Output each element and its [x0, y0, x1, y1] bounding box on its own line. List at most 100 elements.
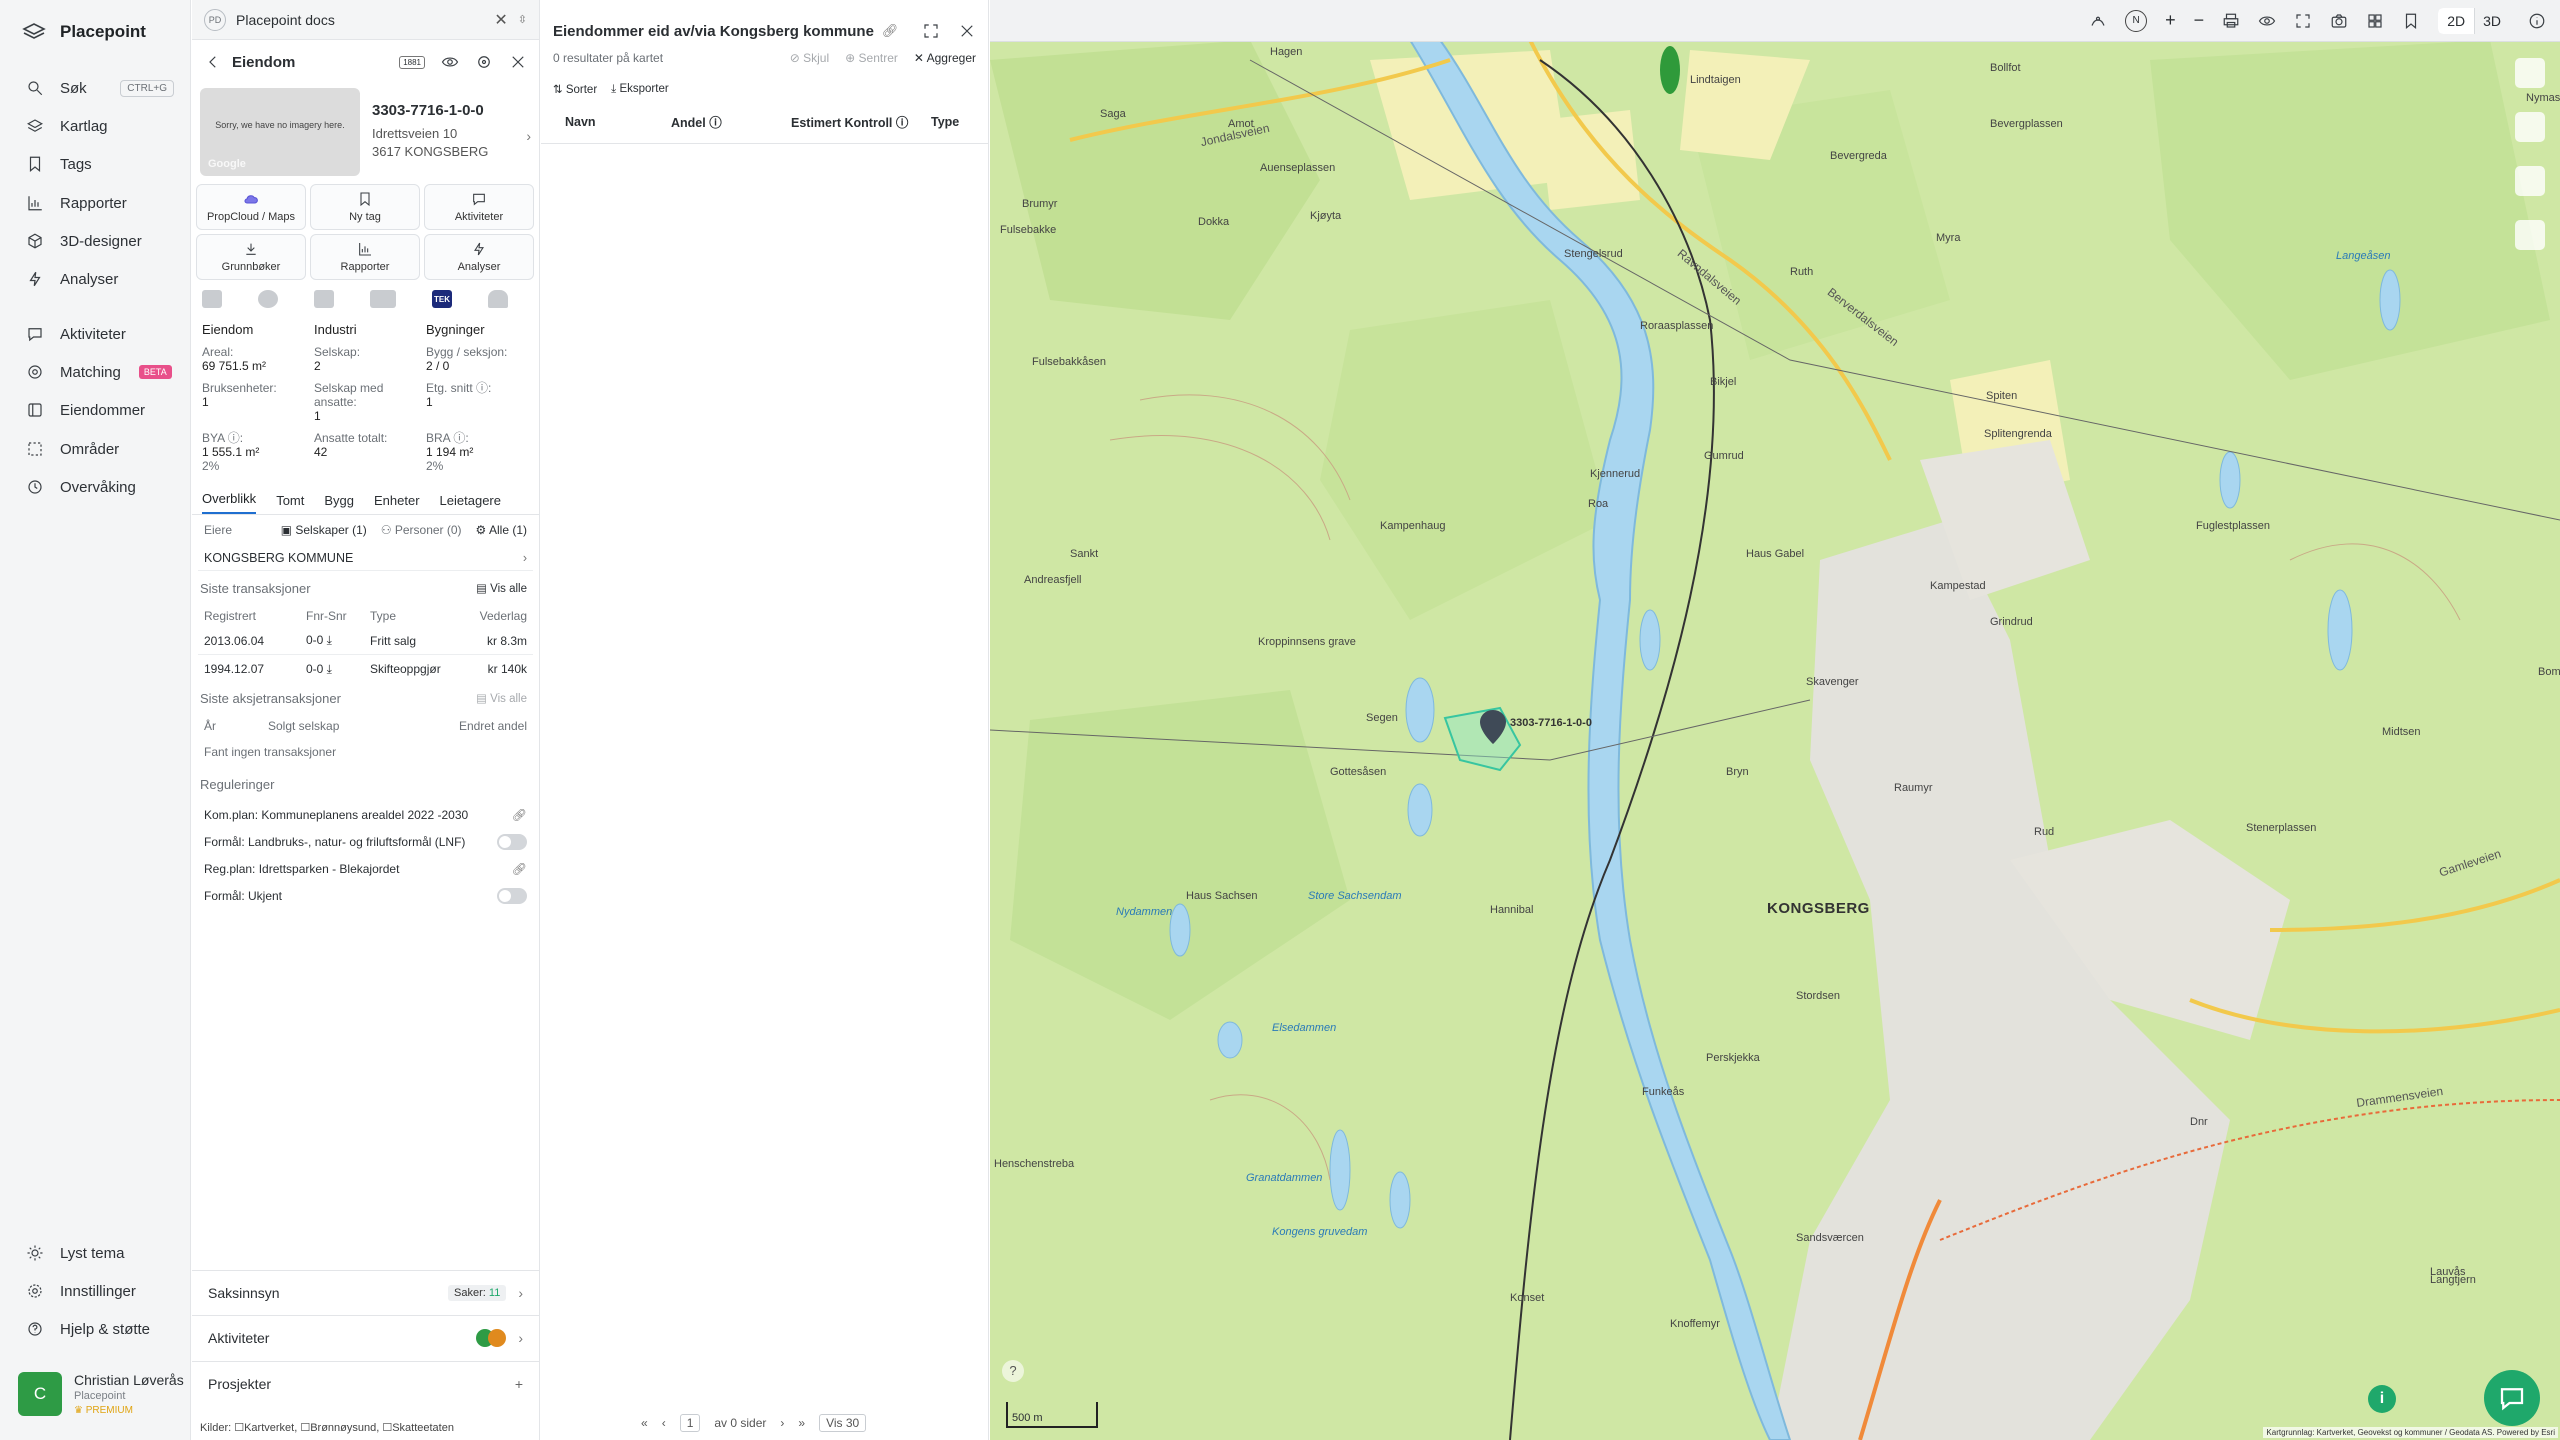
- close-icon[interactable]: [958, 22, 976, 40]
- document-selector[interactable]: PD Placepoint docs ✕ ⇳: [192, 0, 539, 40]
- grid-icon[interactable]: [2366, 12, 2384, 30]
- tab-tomt[interactable]: Tomt: [276, 493, 304, 514]
- table-row[interactable]: 2013.06.04 0-0 ⤓ Fritt salg kr 8.3m: [198, 627, 533, 655]
- saksinnsyn-row[interactable]: Saksinnsyn Saker: 11 ›: [192, 1270, 539, 1314]
- chevron-right-icon[interactable]: ›: [526, 128, 531, 176]
- info-icon[interactable]: i: [2368, 1385, 2396, 1413]
- globe-layer-icon[interactable]: [258, 290, 278, 308]
- nav-item-rapporter[interactable]: Rapporter: [0, 186, 190, 220]
- property-summary[interactable]: Sorry, we have no imagery here. Google 3…: [192, 84, 539, 184]
- measure-button[interactable]: [2515, 112, 2545, 142]
- prev-page-icon[interactable]: ‹: [662, 1416, 666, 1430]
- close-icon[interactable]: ✕: [494, 10, 507, 30]
- owner-row[interactable]: KONGSBERG KOMMUNE ›: [198, 545, 533, 571]
- activities-button[interactable]: Aktiviteter: [424, 184, 534, 230]
- center-button[interactable]: ⊕ Sentrer: [845, 51, 898, 65]
- view-3d-button[interactable]: 3D: [2474, 8, 2510, 34]
- user-profile[interactable]: C Christian Løverås Placepoint ♛ PREMIUM: [18, 1372, 184, 1416]
- reports-button[interactable]: Rapporter: [310, 234, 420, 280]
- chart-button[interactable]: [2515, 166, 2545, 196]
- nav-item-eiendommer[interactable]: Eiendommer: [0, 393, 190, 427]
- filter-all[interactable]: ⚙ Alle (1): [476, 523, 527, 537]
- nav-item-tags[interactable]: Tags: [0, 147, 190, 181]
- map-scale: 500 m: [1006, 1402, 1098, 1428]
- chevron-updown-icon[interactable]: ⇳: [518, 13, 527, 26]
- map-canvas[interactable]: KONGSBERG 3303-7716-1-0-0 Hagen Saga Amo…: [990, 0, 2560, 1440]
- print-icon[interactable]: [2222, 12, 2240, 30]
- page-select[interactable]: 1: [679, 1414, 701, 1432]
- regulation-row[interactable]: Kom.plan: Kommuneplanens arealdel 2022 -…: [192, 801, 539, 828]
- col-andel[interactable]: Andel ⓘ: [671, 112, 791, 131]
- stats-layer-icon[interactable]: [370, 290, 396, 308]
- prosjekter-row[interactable]: Prosjekter +: [192, 1361, 539, 1405]
- close-icon[interactable]: [509, 53, 527, 71]
- nav-item-overvaking[interactable]: Overvåking: [0, 470, 190, 504]
- layer-control-button[interactable]: [2515, 58, 2545, 88]
- export-button[interactable]: ⤓ Eksporter: [611, 83, 669, 96]
- show-all-link[interactable]: ▤ Vis alle: [476, 691, 527, 705]
- zoom-in-icon[interactable]: +: [2165, 10, 2176, 31]
- col-kontroll[interactable]: Estimert Kontroll ⓘ: [791, 112, 931, 131]
- nav-item-hjelp[interactable]: Hjelp & støtte: [0, 1312, 190, 1346]
- nav-item-omrader[interactable]: Områder: [0, 432, 190, 466]
- nav-item-kartlag[interactable]: Kartlag: [0, 109, 190, 143]
- filter-companies[interactable]: ▣ Selskaper (1): [281, 523, 367, 537]
- eye-icon[interactable]: [2258, 12, 2276, 30]
- analyses-button[interactable]: Analyser: [424, 234, 534, 280]
- first-page-icon[interactable]: «: [641, 1416, 648, 1430]
- north-compass[interactable]: N: [2125, 9, 2148, 32]
- factory-layer-icon[interactable]: [314, 290, 334, 308]
- id-badge-icon[interactable]: 1881: [399, 55, 425, 69]
- eye-icon[interactable]: [441, 53, 459, 71]
- link-icon[interactable]: 🔗︎: [882, 23, 899, 39]
- view-2d-button[interactable]: 2D: [2438, 7, 2475, 34]
- hide-button[interactable]: ⊘ Skjul: [790, 51, 829, 65]
- back-icon[interactable]: [204, 53, 222, 71]
- draw-area-icon[interactable]: [2089, 12, 2107, 30]
- table-row[interactable]: 1994.12.07 0-0 ⤓ Skifteoppgjør kr 140k: [198, 655, 533, 683]
- tab-leietagere[interactable]: Leietagere: [440, 493, 501, 514]
- add-icon[interactable]: +: [515, 1376, 523, 1392]
- sort-button[interactable]: ⇅ Sorter: [553, 82, 597, 96]
- nav-item-innstillinger[interactable]: Innstillinger: [0, 1274, 190, 1308]
- last-page-icon[interactable]: »: [798, 1416, 805, 1430]
- expand-icon[interactable]: [922, 22, 940, 40]
- target-icon[interactable]: [475, 53, 493, 71]
- info-icon[interactable]: [2528, 12, 2546, 30]
- nav-item-aktiviteter[interactable]: Aktiviteter: [0, 317, 190, 351]
- filter-persons[interactable]: ⚇ Personer (0): [381, 523, 462, 537]
- house-layer-icon[interactable]: [488, 290, 508, 308]
- new-tag-button[interactable]: Ny tag: [310, 184, 420, 230]
- col-navn[interactable]: Navn: [553, 115, 671, 129]
- nav-item-lyst-tema[interactable]: Lyst tema: [0, 1236, 190, 1270]
- tab-bygg[interactable]: Bygg: [324, 493, 354, 514]
- help-icon[interactable]: ?: [1002, 1360, 1024, 1382]
- nav-item-3d-designer[interactable]: 3D-designer: [0, 224, 190, 258]
- nav-item-matching[interactable]: Matching BETA: [0, 355, 190, 389]
- tab-overblikk[interactable]: Overblikk: [202, 491, 257, 514]
- tek-layer-icon[interactable]: TEK: [432, 290, 452, 308]
- propcloud-button[interactable]: PropCloud / Maps: [196, 184, 306, 230]
- aktiviteter-row[interactable]: Aktiviteter ›: [192, 1315, 539, 1359]
- next-page-icon[interactable]: ›: [780, 1416, 784, 1430]
- nav-item-search[interactable]: Søk CTRL+G: [0, 71, 190, 105]
- visibility-toggle[interactable]: [497, 887, 527, 904]
- aggregate-button[interactable]: ✕ Aggreger: [914, 51, 976, 65]
- land-registry-button[interactable]: Grunnbøker: [196, 234, 306, 280]
- bookmark-icon[interactable]: [2402, 12, 2420, 30]
- nav-label: Lyst tema: [60, 1244, 125, 1262]
- chat-support-button[interactable]: [2484, 1370, 2540, 1426]
- per-page-select[interactable]: Vis 30: [819, 1414, 867, 1432]
- zoom-out-icon[interactable]: −: [2194, 10, 2205, 31]
- col-type[interactable]: Type: [931, 115, 959, 129]
- compare-button[interactable]: [2515, 220, 2545, 250]
- fullscreen-icon[interactable]: [2294, 12, 2312, 30]
- show-all-link[interactable]: ▤ Vis alle: [476, 581, 527, 595]
- camera-icon[interactable]: [2330, 12, 2348, 30]
- visibility-toggle[interactable]: [497, 833, 527, 850]
- building-layer-icon[interactable]: [202, 290, 222, 308]
- brand[interactable]: Placepoint: [22, 20, 146, 44]
- regulation-row[interactable]: Reg.plan: Idrettsparken - Blekajordet 🔗︎: [192, 855, 539, 882]
- tab-enheter[interactable]: Enheter: [374, 493, 420, 514]
- nav-item-analyser[interactable]: Analyser: [0, 262, 190, 296]
